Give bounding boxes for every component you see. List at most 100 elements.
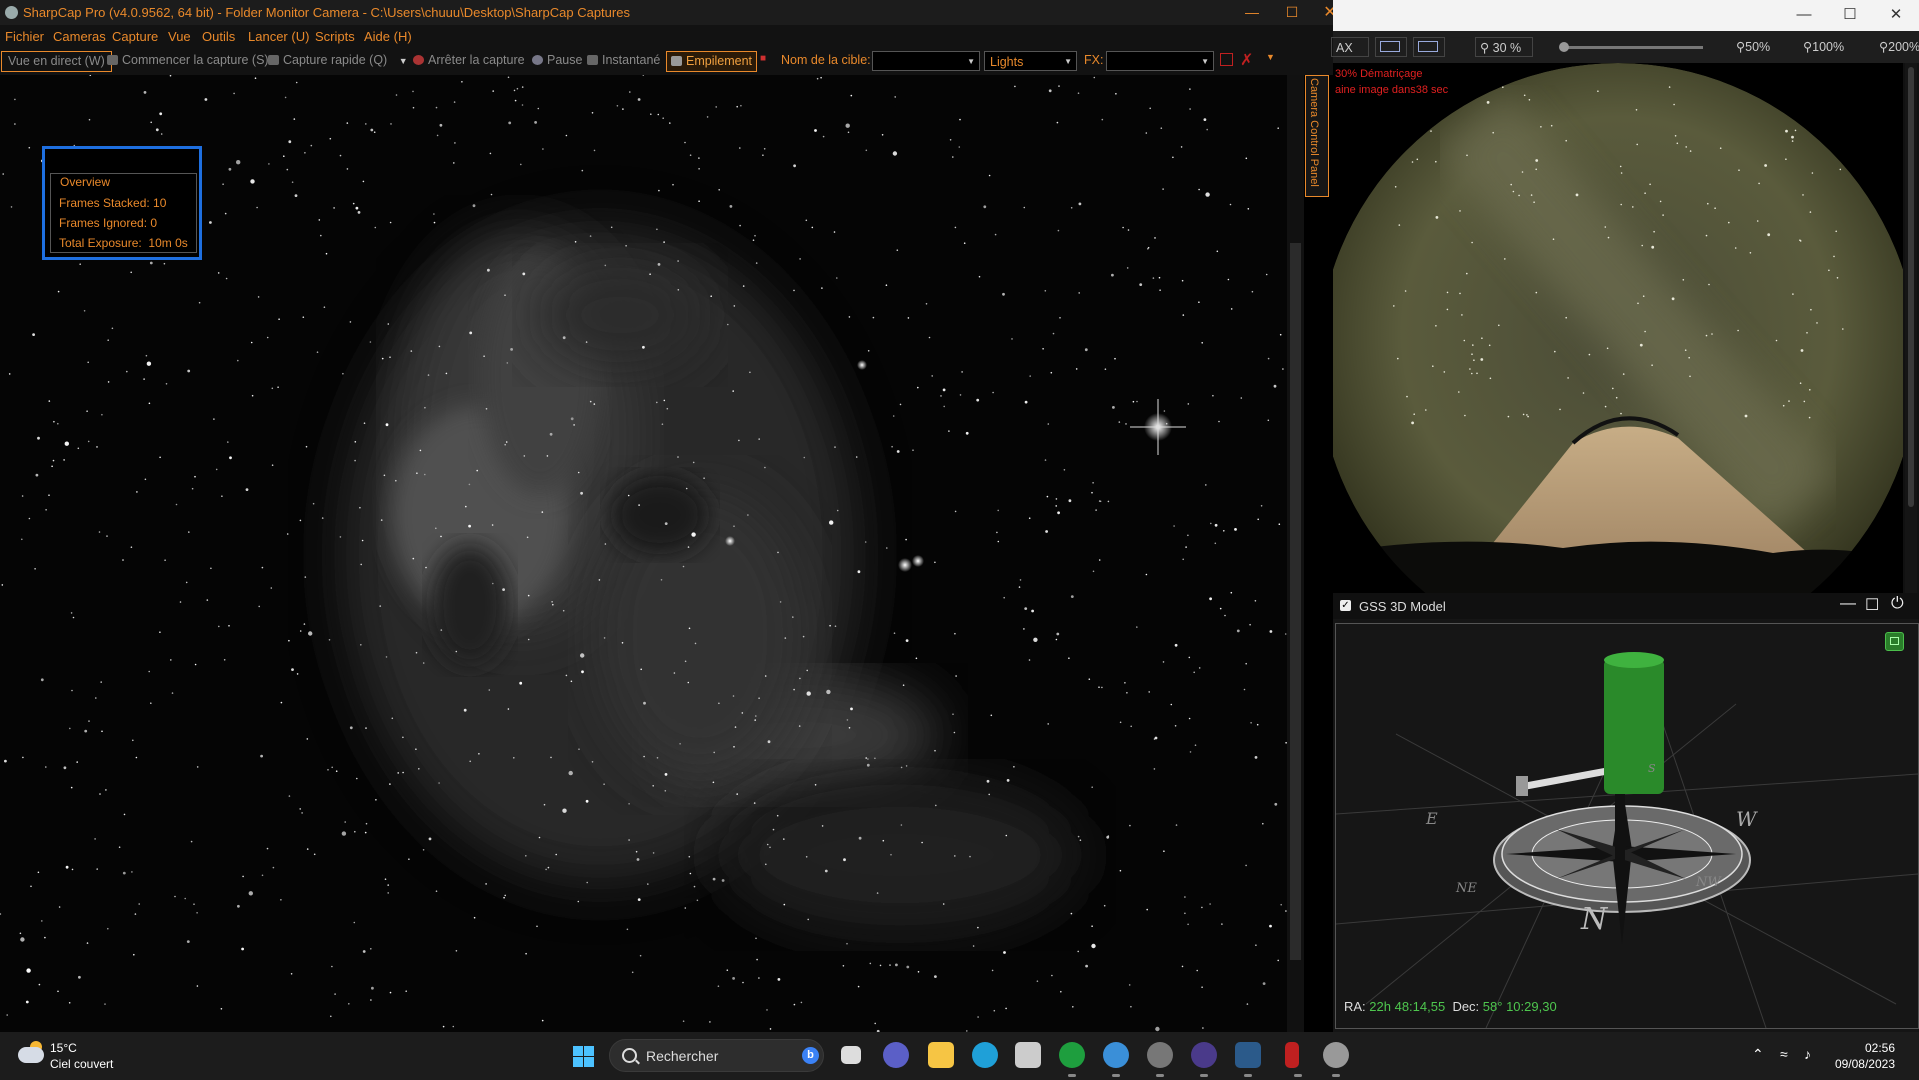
chevron-up-icon[interactable]: ⌃ — [1752, 1046, 1764, 1063]
pause-button[interactable]: Pause — [532, 53, 582, 67]
allsky-image[interactable]: 30% Dématriçage aine image dans38 sec — [1333, 63, 1903, 593]
record-icon[interactable]: ■ — [760, 53, 766, 64]
sharpcap-taskbar-icon[interactable] — [1323, 1042, 1349, 1077]
maximize-icon[interactable]: ☐ — [1272, 0, 1312, 25]
stellarium-icon[interactable] — [1191, 1042, 1217, 1077]
allsky-camera-view — [1333, 63, 1903, 593]
live-view-button[interactable]: Vue en direct (W) — [1, 51, 112, 72]
pause-label: Pause — [547, 53, 583, 67]
bing-icon[interactable]: b — [802, 1047, 819, 1064]
window-title: SharpCap Pro (v4.0.9562, 64 bit) - Folde… — [23, 5, 630, 20]
volume-icon[interactable]: ♪ — [1804, 1046, 1811, 1062]
sharpcap-window: SharpCap Pro (v4.0.9562, 64 bit) - Folde… — [0, 0, 1337, 1032]
windows-logo-icon — [584, 1046, 594, 1056]
close-icon[interactable]: ✕ — [1873, 0, 1919, 31]
wifi-icon[interactable]: ≈ — [1780, 1046, 1788, 1062]
weather-temp: 15°C — [50, 1041, 77, 1055]
maximize-icon[interactable]: ☐ — [1827, 0, 1873, 31]
zoom-50-button[interactable]: ⚲50% — [1736, 39, 1770, 54]
edge-icon[interactable] — [972, 1042, 998, 1068]
zoom-100-button[interactable]: ⚲100% — [1803, 39, 1844, 54]
chevron-down-icon: ▼ — [967, 57, 975, 66]
compass-e-label: E — [1425, 809, 1438, 828]
frame-type-dropdown[interactable]: Lights ▼ — [984, 51, 1077, 71]
camera-control-panel-tab[interactable]: Camera Control Panel — [1305, 75, 1329, 197]
zoom-slider-knob[interactable] — [1559, 42, 1569, 52]
zoom-100-label: 100% — [1812, 40, 1845, 54]
app-gray-icon[interactable] — [1147, 1042, 1173, 1077]
minimize-icon[interactable]: — — [1840, 595, 1856, 613]
fit-button[interactable]: AX — [1331, 37, 1369, 57]
menu-vue[interactable]: Vue — [168, 29, 191, 44]
gss-settings-button[interactable] — [1885, 632, 1904, 651]
allsky-scrollbar[interactable] — [1905, 63, 1917, 593]
start-capture-button[interactable]: Commencer la capture (S) — [107, 53, 269, 67]
camera-icon — [268, 55, 279, 65]
menu-scripts[interactable]: Scripts — [315, 29, 355, 44]
menu-bar: Fichier Cameras Capture Vue Outils Lance… — [0, 25, 1334, 48]
fx-dropdown[interactable]: ▼ — [1106, 51, 1214, 71]
gss-3d-viewport[interactable]: W E N NE NW S RA: 22h 48:14,55 Dec: 58° … — [1335, 623, 1919, 1029]
file-explorer-icon[interactable] — [928, 1042, 954, 1068]
capture-toolbar: Vue en direct (W) Commencer la capture (… — [0, 48, 1334, 75]
zoom-slider[interactable] — [1559, 42, 1703, 52]
clock-date: 09/08/2023 — [1834, 1057, 1895, 1071]
fit-window-icon[interactable] — [1375, 37, 1407, 57]
chevron-down-icon[interactable]: ▼ — [399, 56, 408, 66]
gss-enable-checkbox[interactable]: ✓ — [1340, 600, 1351, 611]
taskbar-search[interactable]: Rechercher b — [609, 1039, 824, 1072]
windows-start-button[interactable] — [573, 1046, 594, 1067]
zoom-200-button[interactable]: ⚲200% — [1879, 39, 1919, 54]
clock-time: 02:56 — [1864, 1041, 1895, 1055]
clear-icon[interactable]: ✗ — [1240, 50, 1253, 70]
scrollbar-thumb[interactable] — [1908, 67, 1914, 507]
stacking-button[interactable]: Empilement — [666, 51, 757, 72]
menu-outils[interactable]: Outils — [202, 29, 235, 44]
quick-capture-label: Capture rapide (Q) — [283, 53, 388, 67]
frames-stacked-value: 10 — [153, 196, 167, 210]
dec-value: 58° 10:29,30 — [1482, 999, 1557, 1014]
minimize-icon[interactable]: — — [1781, 0, 1827, 31]
scrollbar-thumb[interactable] — [1290, 243, 1301, 960]
frames-stacked-row: Frames Stacked: 10 — [59, 196, 166, 210]
chevron-down-icon[interactable]: ▼ — [1266, 52, 1275, 62]
menu-capture[interactable]: Capture — [112, 29, 158, 44]
quick-capture-button[interactable]: Capture rapide (Q) ▼ — [268, 53, 408, 67]
app-green-icon[interactable] — [1059, 1042, 1085, 1077]
start-capture-label: Commencer la capture (S) — [122, 53, 269, 67]
menu-lancer[interactable]: Lancer (U) — [248, 29, 309, 44]
store-icon[interactable] — [1015, 1042, 1041, 1068]
fullscreen-icon[interactable] — [1413, 37, 1445, 57]
menu-fichier[interactable]: Fichier — [5, 29, 44, 44]
windows-taskbar: 15°C Ciel couvert Rechercher b ⌃ ≈ ♪ 02:… — [0, 1032, 1919, 1080]
task-view-icon[interactable] — [841, 1046, 861, 1064]
camera-control-panel-label: Camera Control Panel — [1308, 78, 1320, 187]
maximize-icon[interactable]: ☐ — [1865, 595, 1879, 615]
menu-aide[interactable]: Aide (H) — [364, 29, 412, 44]
overview-title: Overview — [57, 175, 114, 189]
image-scrollbar[interactable] — [1287, 75, 1304, 1032]
target-name-dropdown[interactable]: ▼ — [872, 51, 980, 71]
frames-ignored-row: Frames Ignored: 0 — [59, 216, 157, 230]
snapshot-button[interactable]: Instantané — [587, 53, 660, 67]
selection-icon[interactable] — [1220, 53, 1233, 66]
windows-logo-icon — [573, 1046, 583, 1056]
taskbar-clock[interactable]: 02:56 09/08/2023 — [1835, 1040, 1895, 1072]
frames-ignored-value: 0 — [150, 216, 158, 230]
windows-logo-icon — [584, 1057, 594, 1067]
monitor-icon — [1380, 41, 1400, 52]
compass-n-label: N — [1580, 902, 1609, 937]
menu-cameras[interactable]: Cameras — [53, 29, 106, 44]
allsky-window: — ☐ ✕ AX ⚲ 30 % ⚲50% ⚲100% ⚲200% 30% Dém… — [1331, 0, 1919, 600]
power-icon[interactable]: ⏻ — [1891, 595, 1904, 613]
zoom-current-button[interactable]: ⚲ 30 % — [1475, 37, 1533, 57]
camera-icon — [107, 55, 118, 65]
app-blue-icon[interactable] — [1103, 1042, 1129, 1077]
app-red-icon[interactable] — [1285, 1042, 1302, 1077]
minimize-icon[interactable]: — — [1232, 0, 1272, 25]
telescope-mount — [1516, 652, 1664, 796]
app-camera-icon[interactable] — [1235, 1042, 1261, 1077]
allsky-title-bar: — ☐ ✕ — [1333, 0, 1919, 31]
stop-capture-button[interactable]: Arrêter la capture — [413, 53, 525, 67]
teams-icon[interactable] — [883, 1042, 909, 1068]
